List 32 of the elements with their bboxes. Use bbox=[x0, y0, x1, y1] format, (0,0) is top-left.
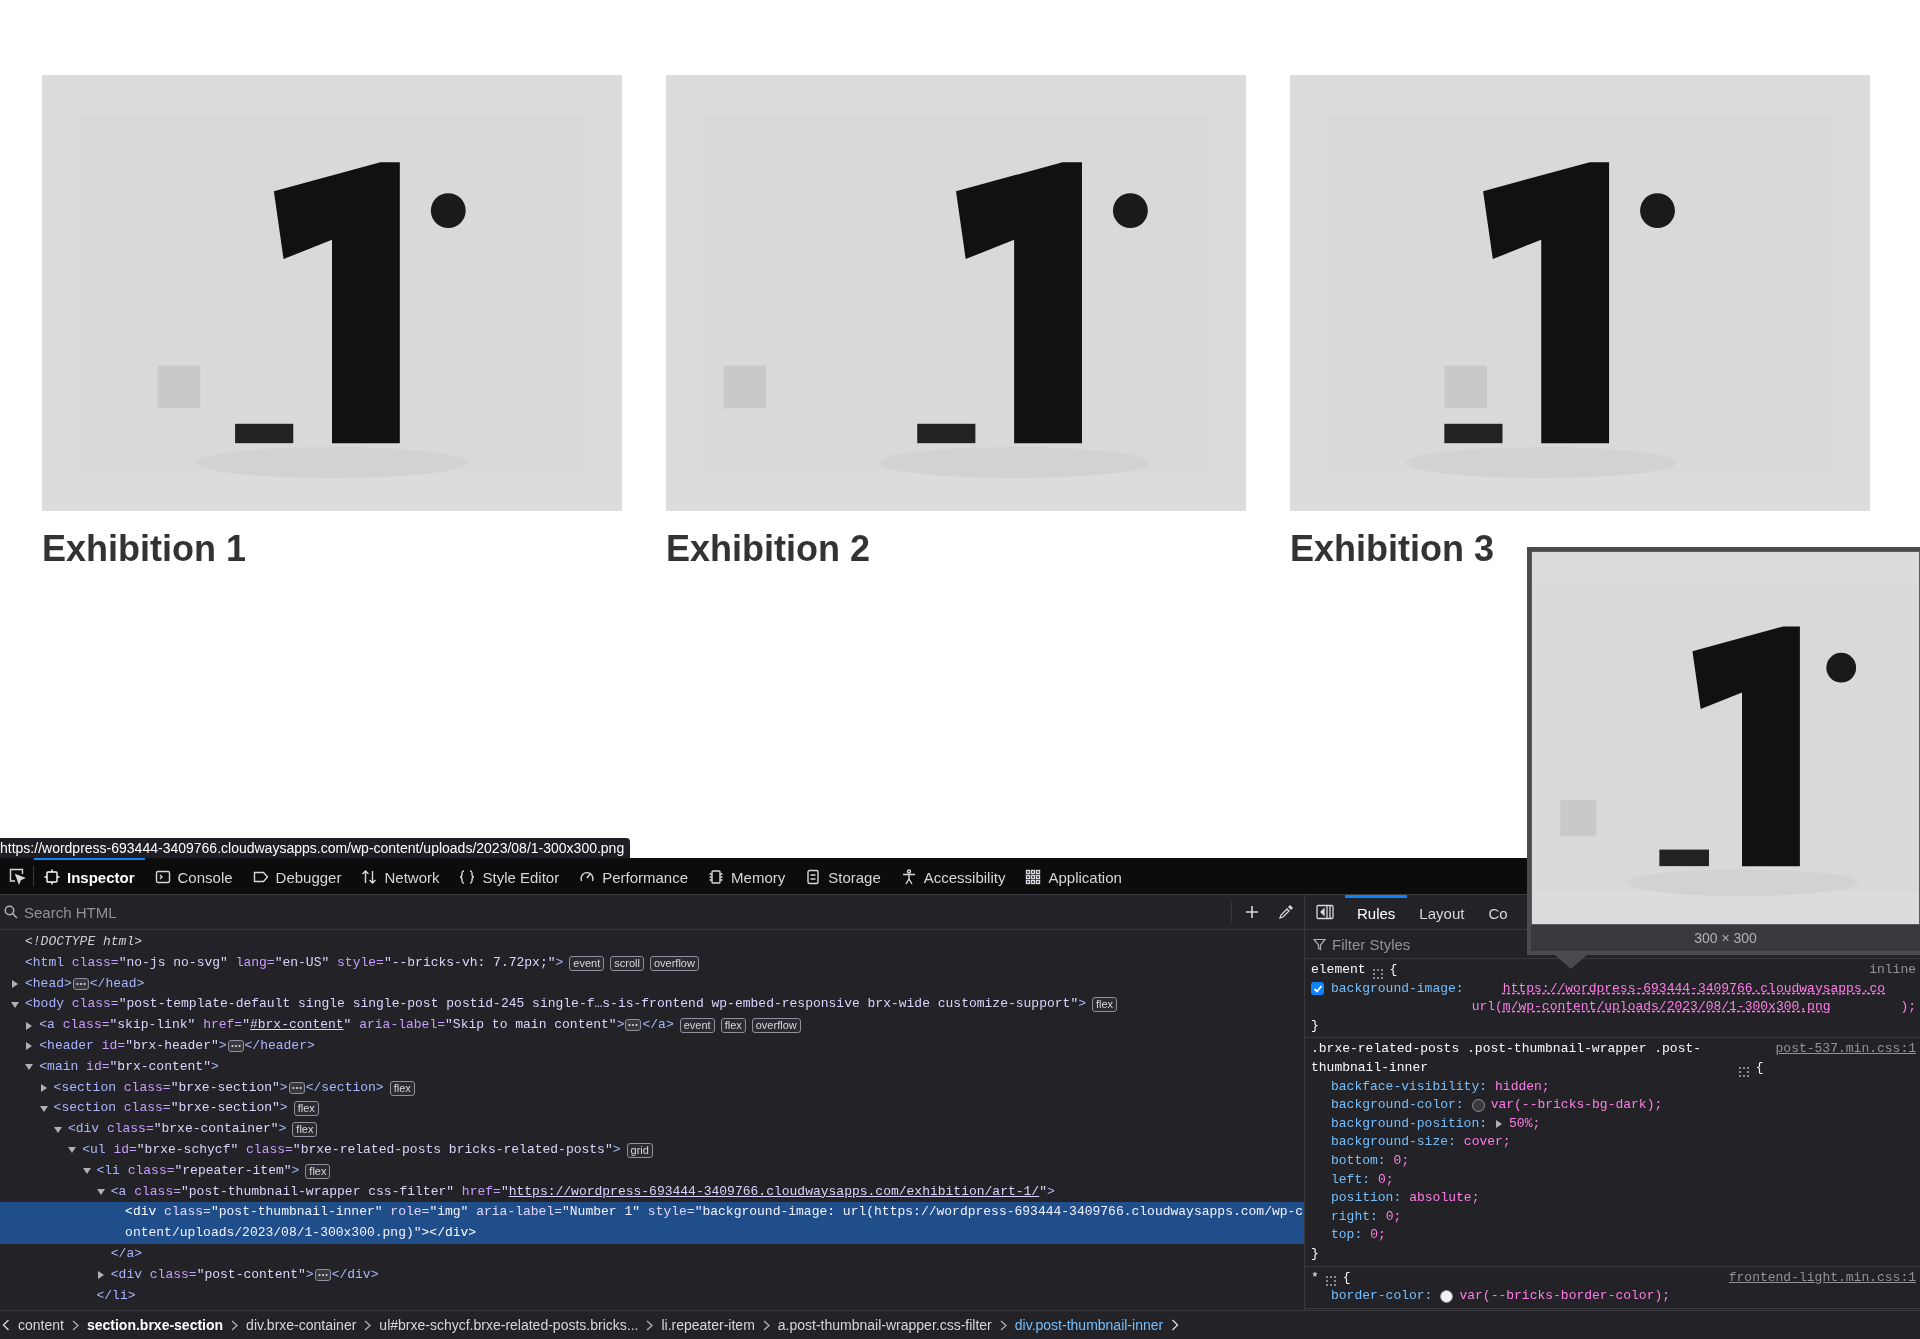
css-selector: * bbox=[1311, 1268, 1319, 1287]
code-text: <body class="post-template-default single single-post postid-245 single-f…s-is-frontend wp-embed-responsive brx-wide customize-support"> bbox=[25, 995, 1086, 1014]
code-text: </div> bbox=[331, 1265, 379, 1284]
code-text: <li class="repeater-item"> bbox=[96, 1161, 300, 1180]
code-text: </header> bbox=[244, 1037, 315, 1055]
code-text: <main id="brx-content"> bbox=[39, 1057, 219, 1076]
image-size-label: 300 × 300 bbox=[1693, 929, 1758, 948]
brace-text: { bbox=[1389, 961, 1398, 979]
code-text: </li> bbox=[96, 1286, 136, 1305]
code-text: <div class="brxe-container"> bbox=[67, 1120, 287, 1139]
code-text: <section class="brxe-section"> bbox=[53, 1099, 288, 1118]
link-status-url: https://wordpress-693444-3409766.cloudwaysapps.com/wp-content/uploads/2023/08/1-300x300.png bbox=[0, 838, 631, 858]
css-source: inline bbox=[1869, 961, 1916, 979]
code-text: <head> bbox=[25, 974, 72, 993]
css-selector: element bbox=[1311, 961, 1366, 979]
brace-text: } bbox=[1311, 1244, 1320, 1263]
code-text: </head> bbox=[89, 974, 145, 993]
code-text: </a> bbox=[642, 1016, 674, 1035]
code-text: </section> bbox=[305, 1078, 384, 1097]
brace-text: { bbox=[1755, 1058, 1764, 1077]
code-text: <a class="skip-link" href="#brx-content" aria-label="Skip to main content"> bbox=[39, 1016, 625, 1035]
code-text: <section class="brxe-section"> bbox=[53, 1078, 288, 1097]
brace-text: } bbox=[1311, 1016, 1320, 1035]
code-text: </a> bbox=[110, 1244, 142, 1263]
css-selector: .brxe-related-posts .post-thumbnail-wrapper .post-thumbnail-inner bbox=[1311, 1040, 1703, 1077]
code-text: <ul id="brxe-schycf" class="brxe-related-posts bricks-related-posts"> bbox=[82, 1140, 621, 1159]
brace-text: { bbox=[1342, 1268, 1351, 1287]
code-text: <a class="post-thumbnail-wrapper css-filter" href="https://wordpress-693444-3409766.cloudwaysapps.com/exhibition/art-1/"> bbox=[110, 1182, 1055, 1201]
code-text: <header id="brx-header"> bbox=[39, 1037, 227, 1055]
code-text: <!DOCTYPE html> bbox=[25, 933, 143, 951]
code-text: <html class="no-js no-svg" lang="en-US" style="--bricks-vh: 7.72px;"> bbox=[25, 953, 564, 972]
code-text: <div class="post-content"> bbox=[110, 1265, 314, 1284]
